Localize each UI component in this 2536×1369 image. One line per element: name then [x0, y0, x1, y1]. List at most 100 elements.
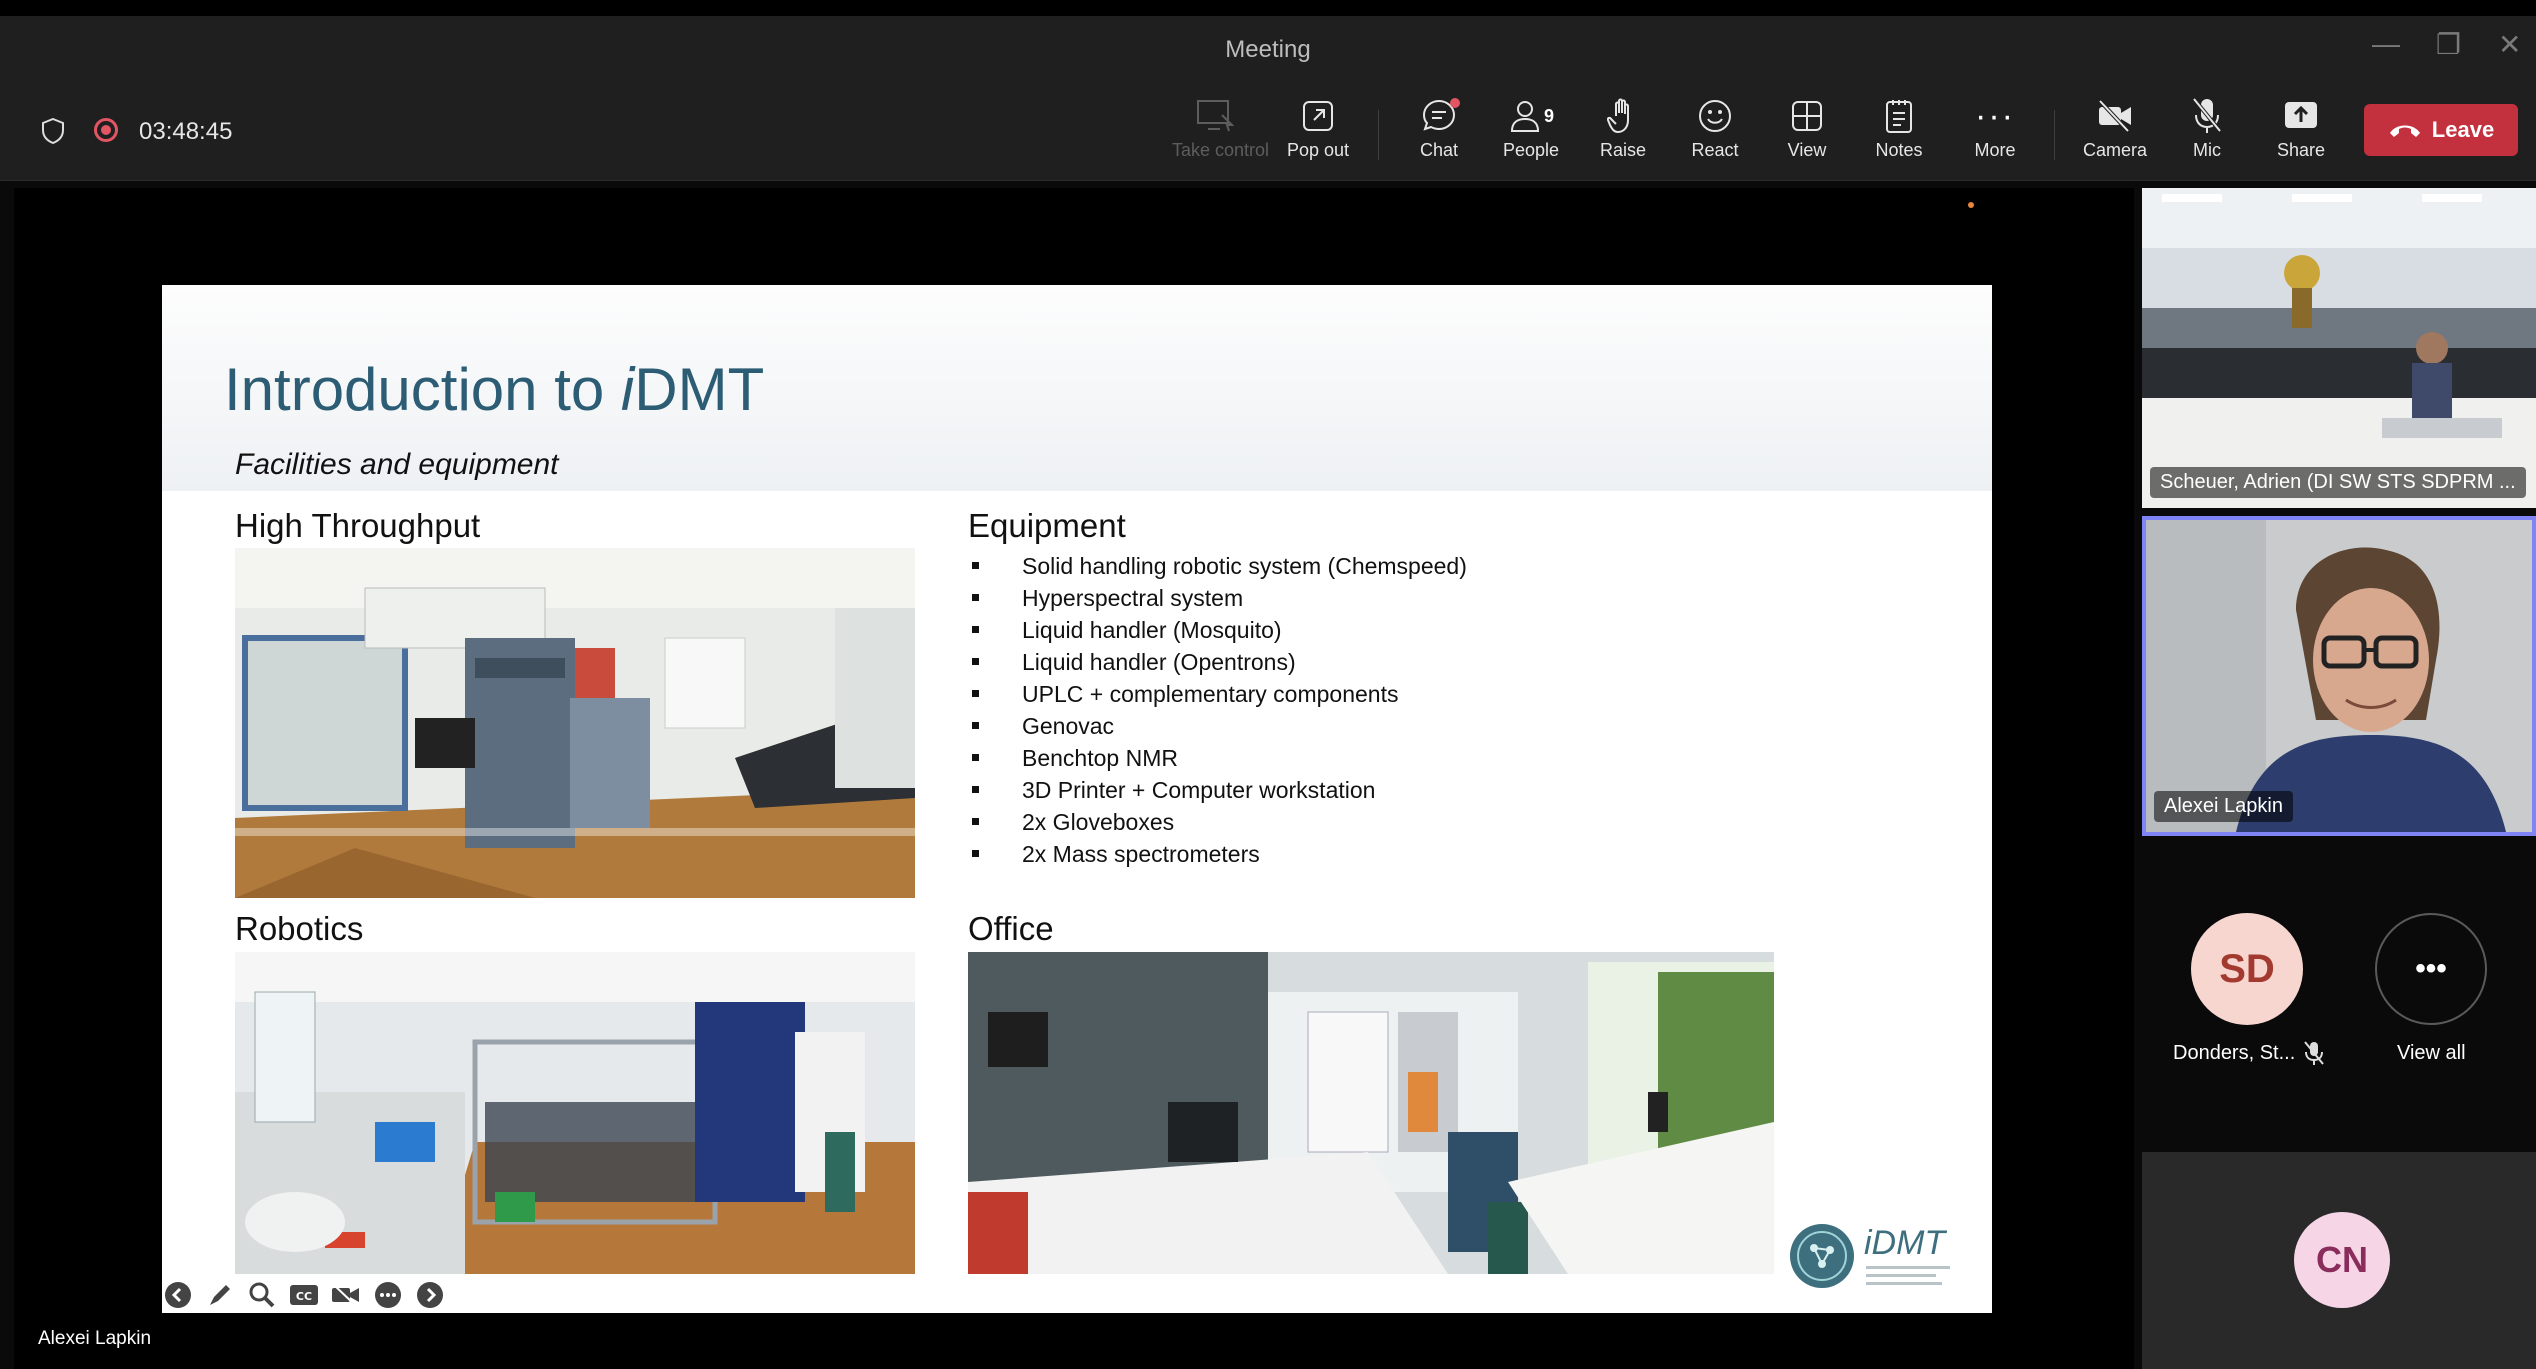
section-office: Office — [968, 910, 1054, 947]
list-item: Liquid handler (Opentrons) — [970, 646, 1467, 678]
leave-label: Leave — [2431, 117, 2495, 142]
view-grid-icon — [1792, 101, 1822, 131]
people-icon — [1510, 101, 1539, 132]
list-item: Solid handling robotic system (Chemspeed… — [970, 550, 1467, 582]
recording-indicator-dot — [1968, 202, 1974, 208]
slide-controls: CC — [162, 1280, 446, 1310]
list-item: 2x Mass spectrometers — [970, 838, 1467, 870]
more-dots-icon: ••• — [2415, 952, 2447, 985]
raise-hand-button[interactable]: Raise — [1580, 96, 1666, 168]
video-off-icon — [332, 1284, 359, 1306]
pop-out-icon — [1303, 101, 1333, 131]
presenter-name-label: Alexei Lapkin — [38, 1328, 152, 1349]
mic-label: Mic — [2193, 140, 2221, 160]
list-item: Genovac — [970, 710, 1467, 742]
next-slide-button[interactable] — [414, 1280, 446, 1310]
hang-up-icon — [2389, 125, 2420, 137]
raise-hand-icon — [1607, 98, 1629, 134]
notes-label: Notes — [1875, 140, 1923, 160]
avatar-sd[interactable]: SD — [2191, 913, 2303, 1025]
mic-muted-icon — [2304, 1041, 2324, 1065]
participant-name-label: Scheuer, Adrien (DI SW STS SDPRM ... — [2150, 467, 2526, 498]
minimize-icon[interactable]: — — [2372, 28, 2400, 60]
idmt-logo: iDMT — [1786, 1220, 1956, 1292]
pen-tool-button[interactable] — [204, 1280, 236, 1310]
mic-off-icon — [2192, 97, 2222, 133]
arrow-right-icon — [417, 1282, 443, 1308]
logo-caption-line — [1866, 1266, 1950, 1269]
subtitles-button[interactable]: CC — [288, 1280, 320, 1310]
people-label: People — [1502, 140, 1560, 160]
take-control-button[interactable]: Take control — [1172, 96, 1269, 168]
smiley-icon — [1699, 100, 1731, 132]
view-button[interactable]: View — [1764, 96, 1850, 168]
view-all-label: View all — [2397, 1042, 2466, 1064]
presentation-slide: Introduction to iDMT Facilities and equi… — [162, 285, 1992, 1313]
mic-button[interactable]: Mic — [2164, 96, 2250, 168]
list-item: 3D Printer + Computer workstation — [970, 774, 1467, 806]
idmt-logo-text: iDMT — [1864, 1224, 1946, 1262]
list-item: UPLC + complementary components — [970, 678, 1467, 710]
leave-button[interactable]: Leave — [2364, 104, 2518, 156]
office-photo — [968, 952, 1774, 1274]
view-all-button[interactable]: ••• — [2375, 913, 2487, 1025]
people-button[interactable]: 9 People — [1488, 96, 1574, 168]
speaker-video-feed — [2146, 520, 2532, 832]
ellipsis-icon — [375, 1282, 401, 1308]
logo-caption-line — [1866, 1282, 1942, 1285]
participant-tile-active-speaker[interactable]: Alexei Lapkin — [2142, 516, 2536, 836]
svg-text:CC: CC — [296, 1290, 312, 1303]
list-item: Benchtop NMR — [970, 742, 1467, 774]
view-label: View — [1787, 140, 1827, 160]
list-item: 2x Gloveboxes — [970, 806, 1467, 838]
participant-name-label: Donders, St... — [2173, 1042, 2296, 1064]
slide-subtitle: Facilities and equipment — [235, 448, 559, 481]
restore-icon[interactable]: ❐ — [2436, 28, 2461, 61]
section-equipment: Equipment — [968, 507, 1126, 544]
raise-label: Raise — [1599, 140, 1647, 160]
equipment-list: Solid handling robotic system (Chemspeed… — [970, 550, 1467, 870]
captions-icon: CC — [290, 1285, 318, 1305]
robotics-lab-photo — [235, 952, 915, 1274]
participant-tile-cn[interactable]: CN — [2142, 1152, 2536, 1369]
more-options-button[interactable] — [372, 1280, 404, 1310]
camera-off-icon — [2098, 99, 2131, 133]
participant-name-label: Alexei Lapkin — [2154, 791, 2293, 822]
toolbar-divider — [2054, 110, 2055, 160]
logo-caption-line — [1866, 1274, 1936, 1277]
share-button[interactable]: Share — [2258, 96, 2344, 168]
chat-label: Chat — [1419, 140, 1459, 160]
section-robotics: Robotics — [235, 910, 364, 947]
meeting-toolbar: 03:48:45 Take control Pop out Chat 9 Peo… — [0, 80, 2536, 181]
previous-slide-button[interactable] — [162, 1280, 194, 1310]
camera-toggle-button[interactable] — [330, 1280, 362, 1310]
pop-out-button[interactable]: Pop out — [1275, 96, 1361, 168]
window-title: Meeting — [1225, 36, 1311, 63]
high-throughput-lab-photo — [235, 548, 915, 898]
idmt-logo-icon — [1790, 1224, 1854, 1288]
camera-button[interactable]: Camera — [2072, 96, 2158, 168]
arrow-left-icon — [165, 1282, 191, 1308]
react-label: React — [1691, 140, 1739, 160]
close-icon[interactable]: ✕ — [2498, 28, 2521, 61]
take-control-icon — [1197, 100, 1234, 132]
more-dots-icon: ··· — [1975, 96, 2015, 135]
magnifier-icon — [249, 1282, 275, 1308]
pop-out-label: Pop out — [1286, 140, 1350, 160]
more-button[interactable]: ··· More — [1952, 96, 2038, 168]
room-video-feed — [2142, 188, 2536, 508]
people-count: 9 — [1543, 105, 1554, 126]
participant-tile-room[interactable]: Scheuer, Adrien (DI SW STS SDPRM ... — [2142, 188, 2536, 508]
camera-label: Camera — [2082, 140, 2148, 160]
chat-button[interactable]: Chat — [1396, 96, 1482, 168]
notes-button[interactable]: Notes — [1856, 96, 1942, 168]
zoom-button[interactable] — [246, 1280, 278, 1310]
title-bar: Meeting — ❐ ✕ — [0, 0, 2536, 80]
avatar-cn: CN — [2294, 1212, 2390, 1308]
react-button[interactable]: React — [1672, 96, 1758, 168]
more-label: More — [1974, 140, 2016, 160]
toolbar-divider — [1378, 110, 1379, 160]
notes-icon — [1886, 100, 1912, 133]
section-high-throughput: High Throughput — [235, 507, 481, 544]
shield-icon — [42, 118, 64, 144]
